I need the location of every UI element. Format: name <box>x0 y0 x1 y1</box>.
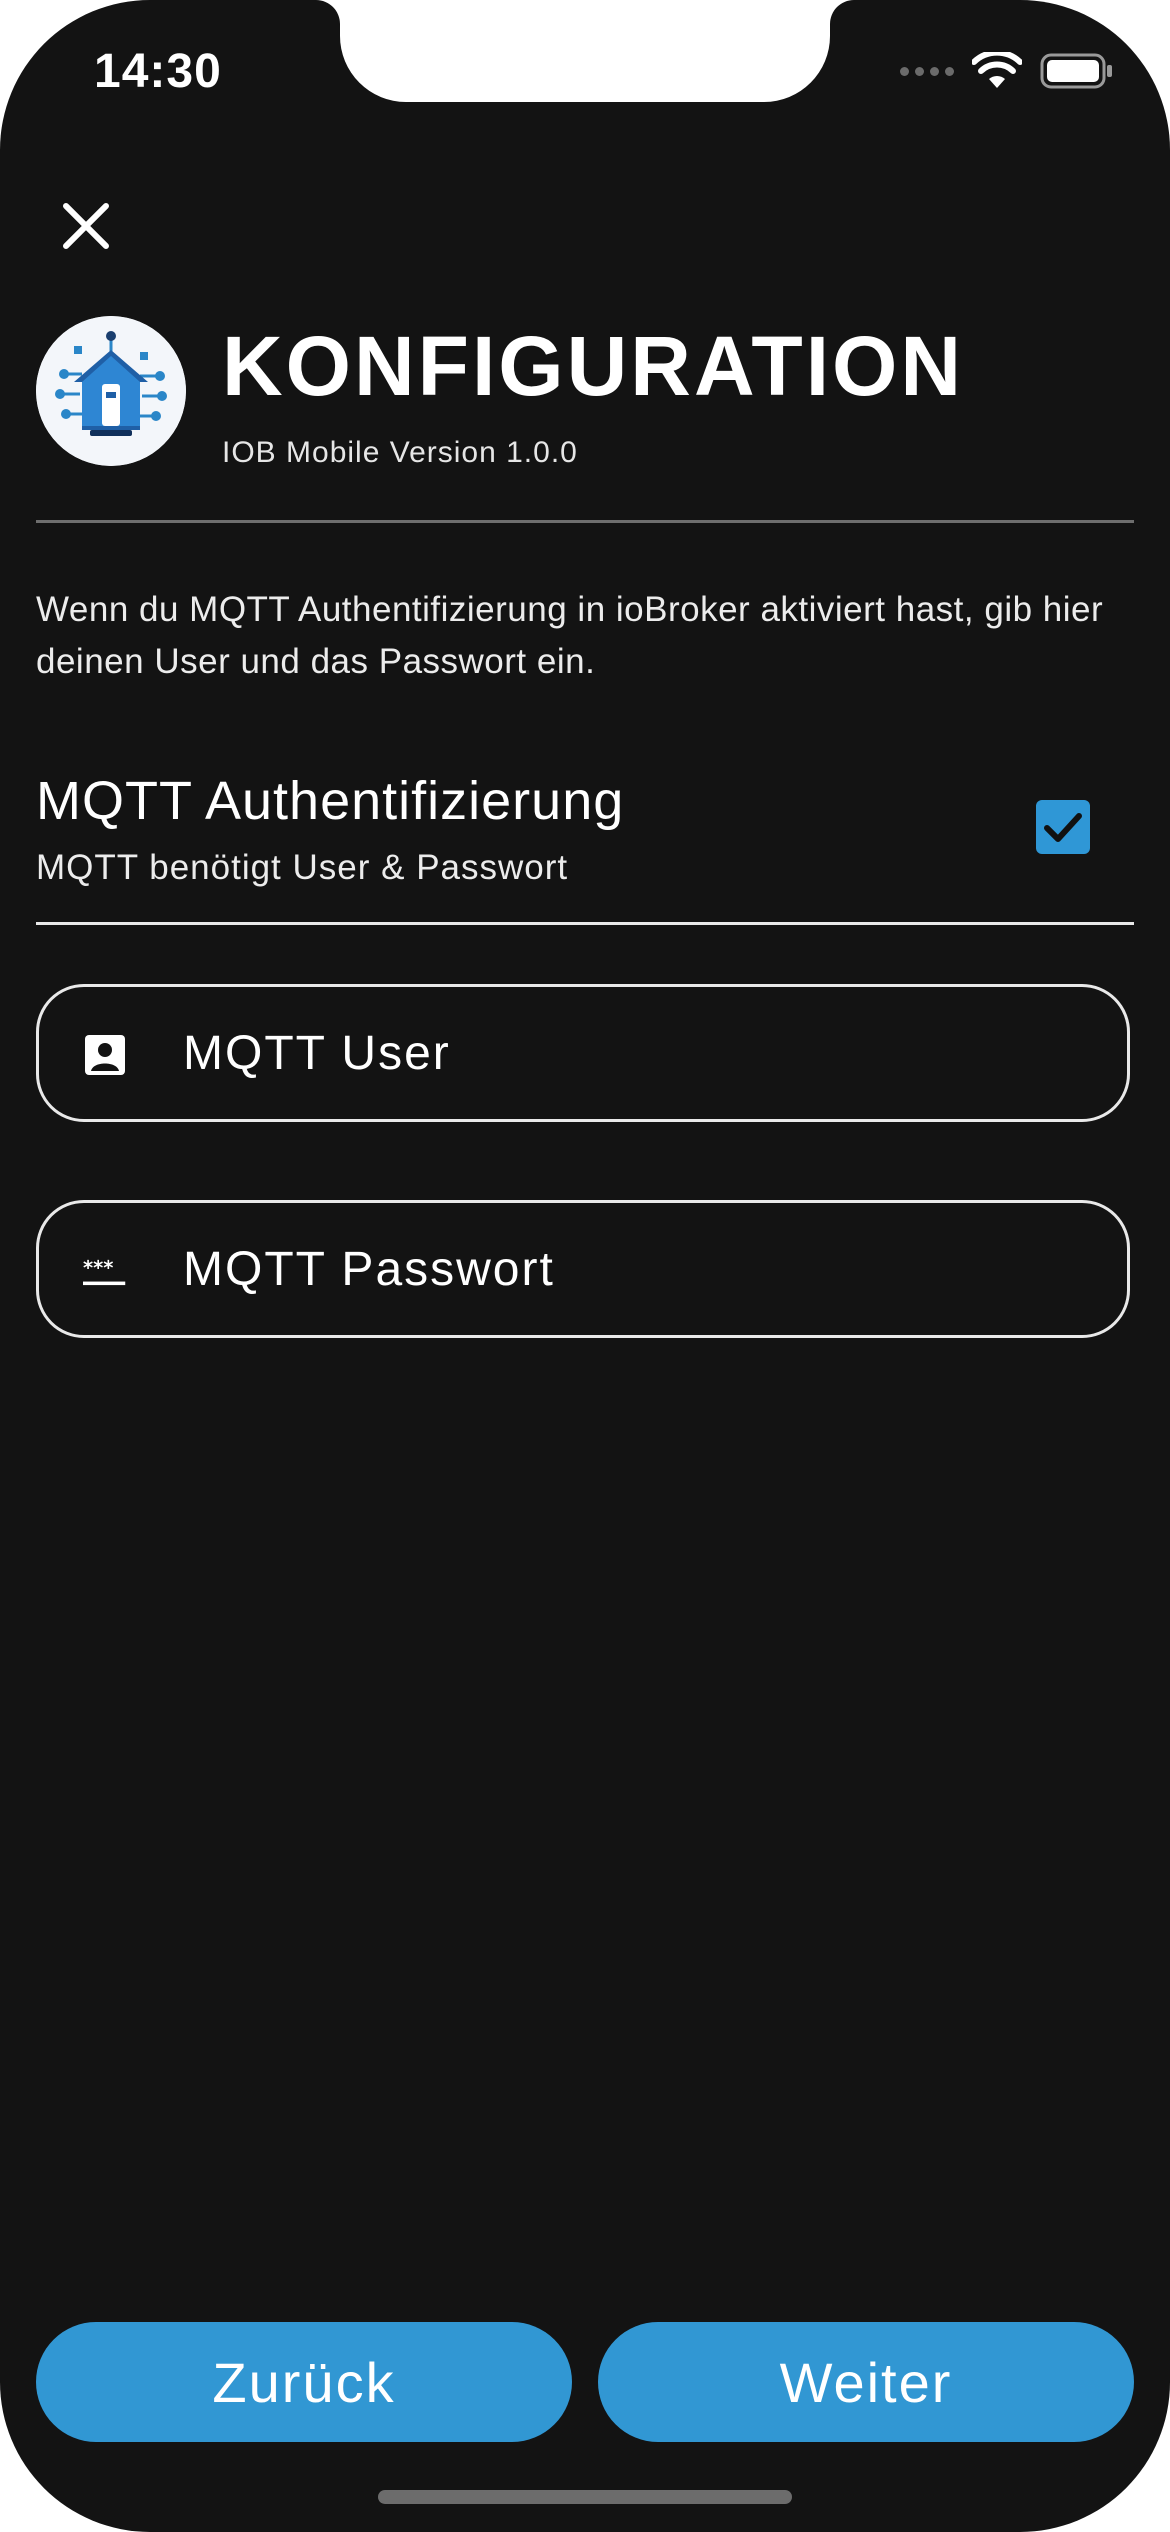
device-notch <box>340 0 830 102</box>
status-time: 14:30 <box>94 45 222 98</box>
app-version: IOB Mobile Version 1.0.0 <box>222 436 578 469</box>
account-box-icon <box>85 1035 125 1075</box>
wifi-icon <box>972 52 1022 88</box>
page-title: KONFIGURATION <box>222 319 965 413</box>
status-icons <box>900 52 1114 90</box>
battery-icon <box>1040 53 1112 89</box>
intro-text: Wenn du MQTT Authentifizierung in ioBrok… <box>36 590 1104 681</box>
back-button[interactable]: Zurück <box>36 2322 572 2442</box>
password-asterisks-icon: *** <box>83 1257 126 1286</box>
home-indicator <box>378 2490 792 2504</box>
close-icon[interactable] <box>56 196 116 256</box>
app-screen: 14:30 KONFIGURATION IOB Mobile Version 1… <box>0 0 1170 2532</box>
mqtt-user-input[interactable] <box>183 987 1083 1119</box>
next-button[interactable]: Weiter <box>598 2322 1134 2442</box>
signal-dots-icon <box>900 66 954 76</box>
mqtt-auth-subtitle: MQTT benötigt User & Passwort <box>36 848 569 887</box>
mqtt-password-field[interactable]: *** <box>36 1200 1130 1338</box>
mqtt-auth-row[interactable]: MQTT Authentifizierung MQTT benötigt Use… <box>36 760 1134 925</box>
mqtt-user-field[interactable] <box>36 984 1130 1122</box>
mqtt-auth-title: MQTT Authentifizierung <box>36 771 625 831</box>
checkmark-icon <box>1044 813 1082 842</box>
mqtt-auth-checkbox[interactable] <box>1036 800 1090 854</box>
svg-text:***: *** <box>83 1257 113 1280</box>
header-divider <box>36 520 1134 523</box>
iobroker-home-logo-icon <box>36 316 186 466</box>
app-logo <box>36 316 186 466</box>
mqtt-password-input[interactable] <box>183 1203 1083 1335</box>
